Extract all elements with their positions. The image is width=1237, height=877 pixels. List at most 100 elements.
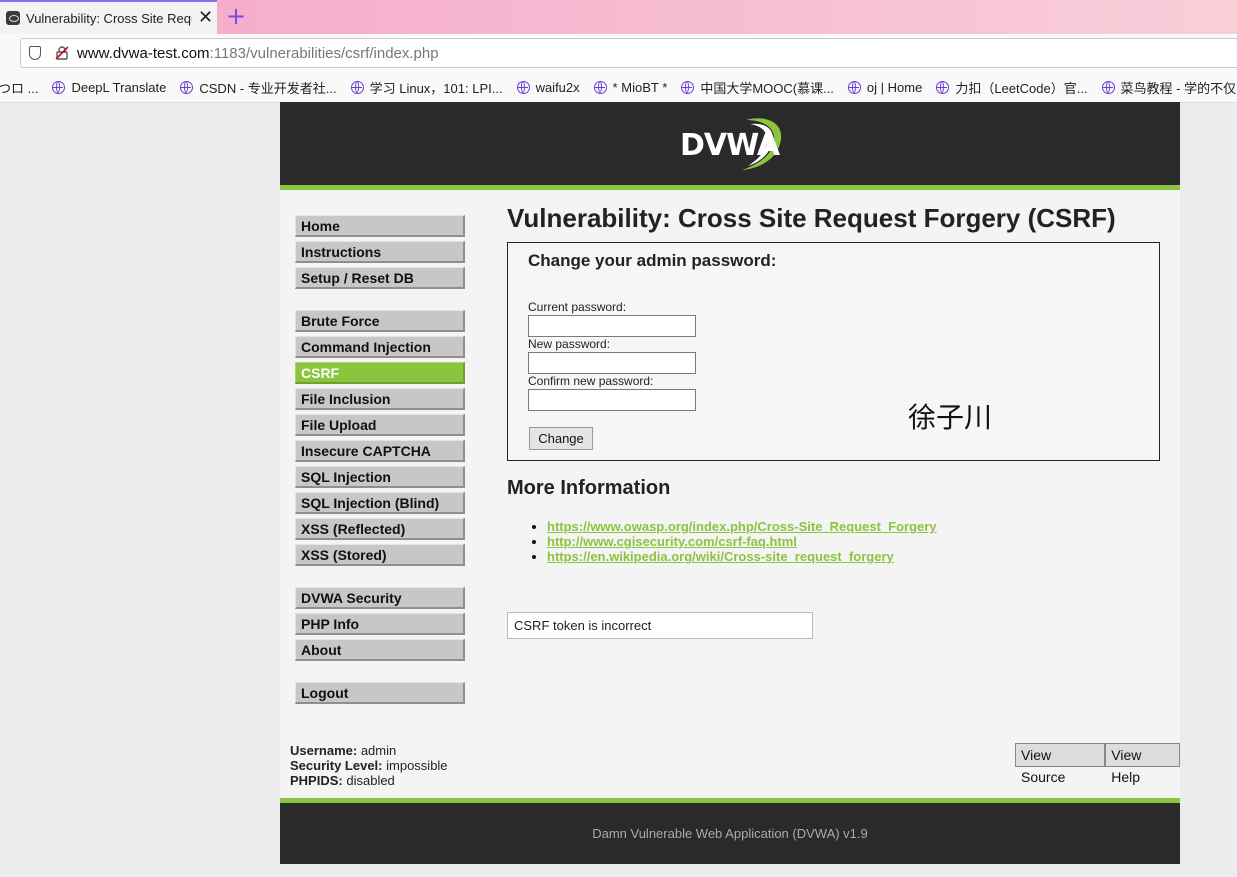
view-help-button[interactable]: View Help: [1105, 743, 1180, 785]
url-path: :1183/vulnerabilities/csrf/index.php: [209, 45, 439, 62]
bookmark-label: waifu2x: [535, 79, 580, 95]
bookmark-item[interactable]: CSDN - 专业开发者社...: [180, 78, 337, 97]
menu-item-about[interactable]: About: [295, 639, 465, 661]
globe-icon: [52, 80, 66, 94]
list-item: https://en.wikipedia.org/wiki/Cross-site…: [547, 549, 1167, 564]
bookmark-label: 学习 Linux，101: LPI...: [369, 80, 503, 96]
menu-item-instructions[interactable]: Instructions: [295, 241, 465, 263]
cgisecurity-link[interactable]: http://www.cgisecurity.com/csrf-faq.html: [547, 534, 797, 549]
menu-item-file-inclusion[interactable]: File Inclusion: [295, 388, 465, 410]
menu-item-dvwa-security[interactable]: DVWA Security: [295, 587, 465, 609]
dvwa-logo: DVWA: [676, 114, 788, 174]
menu-item-php-info[interactable]: PHP Info: [295, 613, 465, 635]
menu-item-xss-reflected[interactable]: XSS (Reflected): [295, 518, 465, 540]
current-password-label: Current password:: [528, 300, 627, 314]
security-level-label: Security Level:: [290, 758, 383, 773]
tab-title: Vulnerability: Cross Site Request Forger…: [26, 10, 192, 26]
menu-item-insecure-captcha[interactable]: Insecure CAPTCHA: [295, 440, 465, 462]
menu-item-home[interactable]: Home: [295, 215, 465, 237]
menu-spacer: [295, 665, 465, 682]
url-host: www.dvwa-test.com: [77, 45, 210, 62]
form-heading: Change your admin password:: [528, 251, 777, 270]
bookmark-item[interactable]: 力扣（LeetCode）官...: [936, 78, 1088, 97]
bookmark-item[interactable]: * MioBT *: [593, 80, 667, 95]
list-item: http://www.cgisecurity.com/csrf-faq.html: [547, 534, 1167, 549]
menu-item-file-upload[interactable]: File Upload: [295, 414, 465, 436]
bookmark-label: 力扣（LeetCode）官...: [955, 80, 1088, 96]
menu-item-logout[interactable]: Logout: [295, 682, 465, 704]
phpids-value: disabled: [346, 773, 395, 788]
view-source-button[interactable]: View Source: [1015, 743, 1106, 785]
globe-icon: [180, 80, 194, 94]
menu-spacer: [295, 293, 465, 310]
tracking-shield-icon[interactable]: [29, 46, 41, 60]
menu-item-command-injection[interactable]: Command Injection: [295, 336, 465, 358]
security-level-row: Security Level: impossible: [290, 758, 448, 773]
more-info-links: https://www.owasp.org/index.php/Cross-Si…: [507, 519, 1167, 564]
change-password-form: Change your admin password: Current pass…: [507, 242, 1160, 461]
new-password-label: New password:: [528, 337, 611, 351]
menu-spacer: [295, 570, 465, 587]
phpids-row: PHPIDS: disabled: [290, 773, 448, 788]
phpids-label: PHPIDS:: [290, 773, 343, 788]
dvwa-page: DVWA Home Instructions Setup / Reset DB …: [280, 102, 1180, 864]
dvwa-favicon-icon: [6, 11, 20, 25]
bookmark-label: つロ ...: [0, 80, 39, 96]
confirm-password-input[interactable]: [528, 389, 696, 411]
bookmark-item[interactable]: waifu2x: [516, 79, 580, 95]
url-text: www.dvwa-test.com:1183/vulnerabilities/c…: [77, 45, 439, 62]
menu-item-brute-force[interactable]: Brute Force: [295, 310, 465, 332]
new-tab-plus-icon[interactable]: +: [226, 4, 246, 28]
globe-icon: [593, 80, 607, 94]
logo-text: DVWA: [680, 128, 780, 163]
bookmark-label: DeepL Translate: [71, 79, 167, 95]
globe-icon: [350, 80, 364, 94]
bookmark-label: CSDN - 专业开发者社...: [199, 80, 337, 96]
username-label: Username:: [290, 743, 358, 758]
username-row: Username: admin: [290, 743, 448, 758]
status-message: CSRF token is incorrect: [507, 612, 813, 639]
bookmark-item[interactable]: 中国大学MOOC(慕课...: [681, 78, 834, 97]
bookmark-item[interactable]: 菜鸟教程 - 学的不仅...: [1101, 78, 1237, 97]
author-watermark: 徐子川: [908, 401, 993, 434]
new-password-input[interactable]: [528, 352, 696, 374]
main-content: Vulnerability: Cross Site Request Forger…: [507, 200, 1167, 639]
globe-icon: [1101, 80, 1115, 94]
browser-toolbar: www.dvwa-test.com:1183/vulnerabilities/c…: [0, 34, 1237, 72]
bookmark-label: 菜鸟教程 - 学的不仅...: [1120, 80, 1237, 96]
confirm-password-label: Confirm new password:: [528, 374, 654, 388]
menu-item-csrf[interactable]: CSRF: [295, 362, 465, 384]
dvwa-footer: Damn Vulnerable Web Application (DVWA) v…: [280, 798, 1180, 864]
menu-item-sql-injection-blind[interactable]: SQL Injection (Blind): [295, 492, 465, 514]
source-help-buttons: View Source View Help: [1015, 743, 1180, 785]
browser-tab-bar: Vulnerability: Cross Site Request Forger…: [0, 0, 1237, 34]
bookmark-label: oj | Home: [866, 79, 923, 95]
owasp-link[interactable]: https://www.owasp.org/index.php/Cross-Si…: [547, 519, 937, 534]
user-info: Username: admin Security Level: impossib…: [290, 743, 448, 788]
bookmark-item[interactable]: つロ ...: [0, 78, 38, 97]
current-password-input[interactable]: [528, 315, 696, 337]
menu-item-sql-injection[interactable]: SQL Injection: [295, 466, 465, 488]
menu-item-xss-stored[interactable]: XSS (Stored): [295, 544, 465, 566]
change-button[interactable]: Change: [529, 427, 593, 450]
globe-icon: [516, 80, 530, 94]
bookmark-item[interactable]: DeepL Translate: [52, 80, 166, 95]
globe-icon: [936, 80, 950, 94]
bookmark-item[interactable]: oj | Home: [847, 79, 923, 95]
address-bar[interactable]: www.dvwa-test.com:1183/vulnerabilities/c…: [20, 38, 1237, 68]
bookmark-item[interactable]: 学习 Linux，101: LPI...: [350, 78, 503, 97]
list-item: https://www.owasp.org/index.php/Cross-Si…: [547, 519, 1167, 534]
security-level-value: impossible: [386, 758, 448, 773]
insecure-lock-icon[interactable]: [55, 46, 69, 60]
bookmark-label: 中国大学MOOC(慕课...: [700, 80, 834, 96]
more-info-heading: More Information: [507, 477, 671, 499]
side-menu: Home Instructions Setup / Reset DB Brute…: [295, 215, 465, 708]
wikipedia-link[interactable]: https://en.wikipedia.org/wiki/Cross-site…: [547, 549, 894, 564]
browser-tab-active[interactable]: Vulnerability: Cross Site Request Forger…: [0, 0, 217, 34]
close-tab-icon[interactable]: ✕: [198, 9, 213, 27]
menu-item-setup[interactable]: Setup / Reset DB: [295, 267, 465, 289]
dvwa-header: DVWA: [280, 102, 1180, 190]
page-title: Vulnerability: Cross Site Request Forger…: [507, 203, 1116, 233]
username-value: admin: [360, 743, 397, 758]
bookmarks-bar: つロ ... DeepL Translate CSDN - 专业开发者社... …: [0, 72, 1237, 103]
